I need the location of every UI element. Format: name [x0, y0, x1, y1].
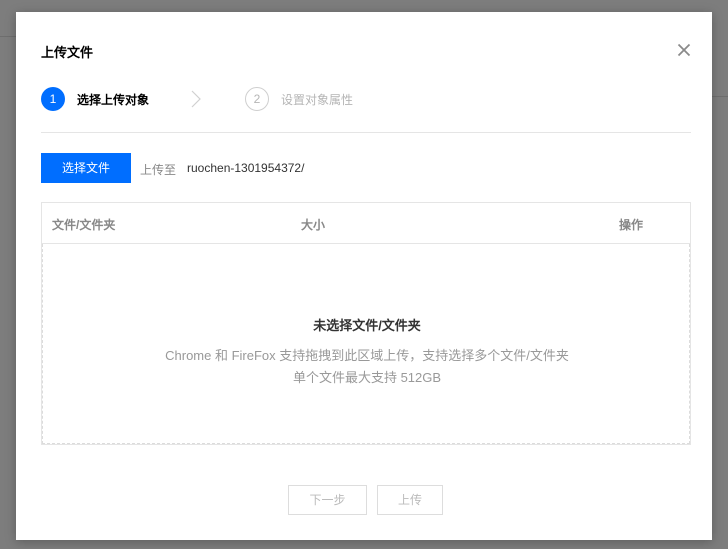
dialog-title: 上传文件 [41, 45, 94, 60]
upload-dialog: 上传文件 1 选择上传对象 2 设置对象属性 选择文件 上传至 ruochen-… [16, 12, 712, 540]
upload-path: ruochen-1301954372/ [187, 161, 305, 175]
chevron-right-icon [191, 90, 201, 108]
empty-state-limit: 单个文件最大支持 512GB [292, 370, 442, 385]
column-header-name: 文件/文件夹 [52, 218, 116, 232]
column-header-size: 大小 [301, 218, 326, 232]
file-table: 文件/文件夹 大小 操作 未选择文件/文件夹 Chrome 和 FireFox … [41, 202, 691, 445]
select-file-button[interactable]: 选择文件 [41, 153, 131, 183]
next-step-button[interactable]: 下一步 [288, 485, 367, 515]
table-header: 文件/文件夹 大小 操作 [42, 203, 690, 244]
column-header-action: 操作 [619, 218, 644, 232]
upload-to-label: 上传至 [140, 163, 177, 177]
background-divider [712, 96, 728, 97]
steps-divider [41, 132, 691, 133]
empty-state-hint: Chrome 和 FireFox 支持拖拽到此区域上传，支持选择多个文件/文件夹 [165, 348, 569, 363]
step-2-number: 2 [245, 87, 269, 111]
upload-button[interactable]: 上传 [377, 485, 443, 515]
close-icon[interactable] [675, 41, 693, 59]
background-divider [0, 36, 16, 37]
step-1-number: 1 [41, 87, 65, 111]
step-2-label: 设置对象属性 [281, 93, 354, 107]
step-1-label: 选择上传对象 [77, 93, 150, 107]
drop-zone[interactable]: 未选择文件/文件夹 Chrome 和 FireFox 支持拖拽到此区域上传，支持… [42, 244, 690, 444]
empty-state-title: 未选择文件/文件夹 [313, 318, 421, 333]
